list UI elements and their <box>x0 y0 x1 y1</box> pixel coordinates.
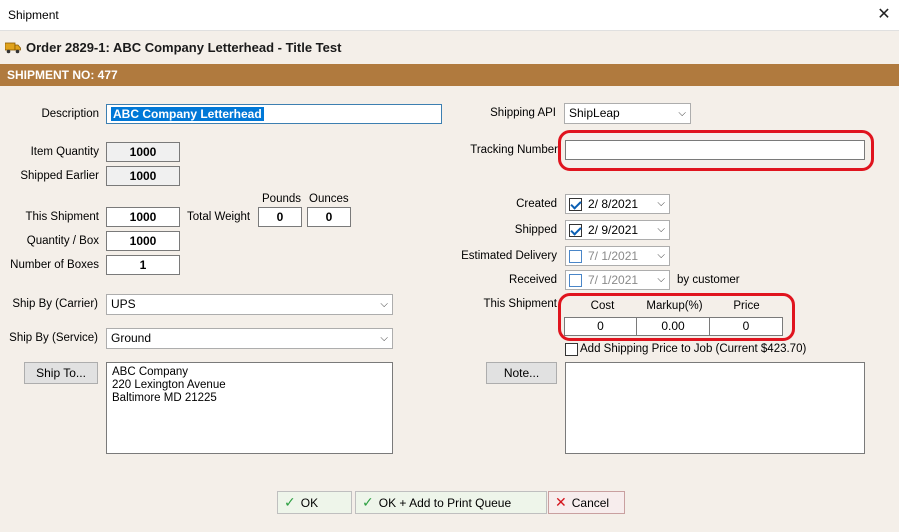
note-textarea[interactable] <box>565 362 865 454</box>
created-date-picker[interactable]: 2/ 8/2021 ⌵ <box>565 194 670 214</box>
shipment-number: SHIPMENT NO: 477 <box>7 68 118 82</box>
number-boxes-field[interactable]: 1 <box>106 255 180 275</box>
ok-print-label: OK + Add to Print Queue <box>378 496 512 510</box>
chevron-down-icon: ⌵ <box>657 198 665 209</box>
order-title: Order 2829-1: ABC Company Letterhead - T… <box>26 40 342 55</box>
est-delivery-label: Estimated Delivery <box>461 250 557 262</box>
note-button[interactable]: Note... <box>486 362 557 384</box>
created-date: 2/ 8/2021 <box>588 197 639 211</box>
received-date: 7/ 1/2021 <box>588 273 639 287</box>
received-label: Received <box>509 274 557 286</box>
shipped-label: Shipped <box>514 224 557 236</box>
quantity-box-label: Quantity / Box <box>26 235 99 247</box>
chevron-down-icon: ⌵ <box>657 224 665 235</box>
ounces-field[interactable]: 0 <box>307 207 351 227</box>
quantity-box-field[interactable]: 1000 <box>106 231 180 251</box>
est-delivery-checkbox[interactable] <box>569 250 582 263</box>
service-value: Ground <box>111 331 152 345</box>
tracking-number-label: Tracking Number <box>470 144 558 156</box>
this-shipment-label: This Shipment <box>25 211 99 223</box>
ounces-label: Ounces <box>309 193 349 205</box>
close-icon[interactable]: ✕ <box>874 5 894 25</box>
ship-by-service-label: Ship By (Service) <box>9 332 98 344</box>
chevron-down-icon: ⌵ <box>678 108 686 119</box>
est-delivery-date-picker[interactable]: 7/ 1/2021 ⌵ <box>565 246 670 266</box>
created-checkbox[interactable] <box>569 198 582 211</box>
description-value: ABC Company Letterhead <box>111 107 264 121</box>
description-input[interactable]: ABC Company Letterhead <box>106 104 442 124</box>
cancel-icon: ✕ <box>555 494 567 510</box>
shipped-earlier-field: 1000 <box>106 166 180 186</box>
by-customer-label: by customer <box>677 274 740 286</box>
add-shipping-checkbox[interactable] <box>565 343 578 356</box>
item-quantity-field: 1000 <box>106 142 180 162</box>
ship-by-carrier-label: Ship By (Carrier) <box>12 298 98 310</box>
carrier-value: UPS <box>111 297 136 311</box>
number-boxes-label: Number of Boxes <box>10 259 99 271</box>
est-delivery-date: 7/ 1/2021 <box>588 249 639 263</box>
carrier-select[interactable]: UPS ⌵ <box>106 294 393 315</box>
section-bar: SHIPMENT NO: 477 <box>0 64 899 86</box>
shipped-date-picker[interactable]: 2/ 9/2021 ⌵ <box>565 220 670 240</box>
check-icon: ✓ <box>284 494 296 510</box>
shipping-api-value: ShipLeap <box>569 106 620 120</box>
ok-label: OK <box>300 496 319 510</box>
chevron-down-icon: ⌵ <box>657 274 665 285</box>
shipping-api-select[interactable]: ShipLeap ⌵ <box>564 103 691 124</box>
check-icon: ✓ <box>362 494 374 510</box>
created-label: Created <box>516 198 557 210</box>
title-bar: Shipment ✕ <box>0 0 899 31</box>
received-date-picker[interactable]: 7/ 1/2021 ⌵ <box>565 270 670 290</box>
received-checkbox[interactable] <box>569 274 582 287</box>
chevron-down-icon: ⌵ <box>657 250 665 261</box>
shipping-api-label: Shipping API <box>490 107 556 119</box>
cancel-label: Cancel <box>571 496 610 510</box>
this-shipment-field[interactable]: 1000 <box>106 207 180 227</box>
pounds-field[interactable]: 0 <box>258 207 302 227</box>
ok-button[interactable]: ✓ OK <box>277 491 352 514</box>
description-label: Description <box>41 108 99 120</box>
this-shipment-cost-label: This Shipment <box>483 298 557 310</box>
pounds-label: Pounds <box>262 193 302 205</box>
window-title: Shipment <box>8 8 59 22</box>
ship-to-address[interactable]: ABC Company 220 Lexington Avenue Baltimo… <box>106 362 393 454</box>
chevron-down-icon: ⌵ <box>380 333 388 344</box>
truck-icon <box>5 42 21 54</box>
tracking-highlight <box>558 130 874 171</box>
shipped-date: 2/ 9/2021 <box>588 223 639 237</box>
chevron-down-icon: ⌵ <box>380 299 388 310</box>
add-shipping-label: Add Shipping Price to Job (Current $423.… <box>580 343 807 355</box>
cost-highlight <box>558 293 795 341</box>
service-select[interactable]: Ground ⌵ <box>106 328 393 349</box>
shipped-checkbox[interactable] <box>569 224 582 237</box>
ship-to-button[interactable]: Ship To... <box>24 362 98 384</box>
ok-print-queue-button[interactable]: ✓ OK + Add to Print Queue <box>355 491 547 514</box>
shipped-earlier-label: Shipped Earlier <box>20 170 99 182</box>
item-quantity-label: Item Quantity <box>30 146 99 158</box>
total-weight-label: Total Weight <box>187 211 251 223</box>
cancel-button[interactable]: ✕ Cancel <box>548 491 625 514</box>
